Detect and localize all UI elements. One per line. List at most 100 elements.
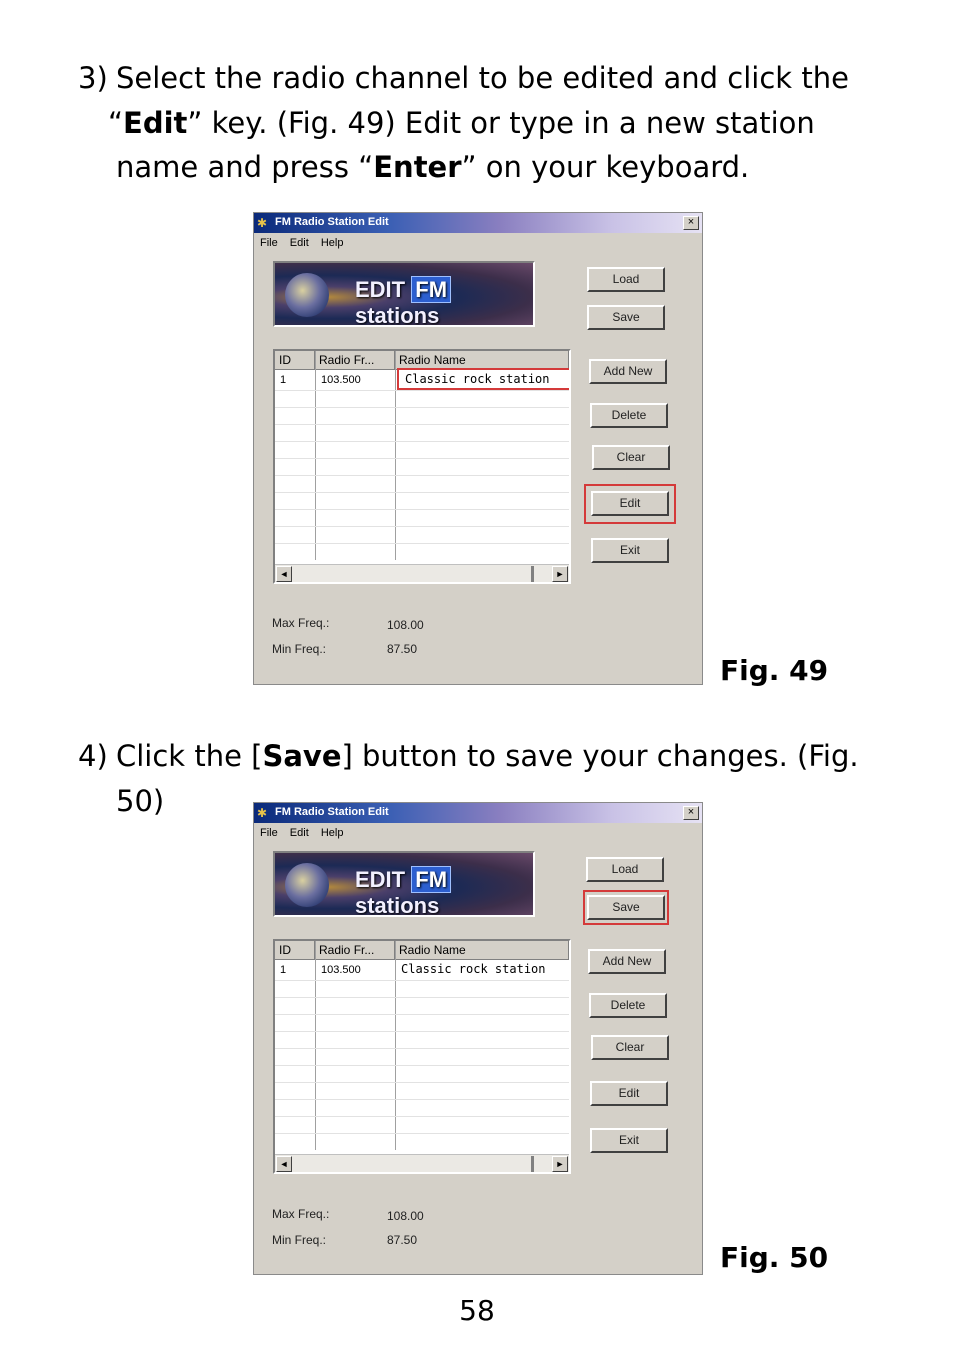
scroll-right-icon[interactable]: ►: [552, 1156, 568, 1172]
scroll-left-icon[interactable]: ◄: [276, 566, 292, 582]
clear-button[interactable]: Clear: [592, 445, 670, 470]
fig-49-caption: Fig. 49: [720, 654, 829, 687]
edit-fm-stations-banner: EDIT FM stations: [273, 851, 535, 917]
app-icon: ✱: [257, 216, 268, 230]
globe-icon: [285, 863, 329, 907]
step-3-line-2: “Edit” key. (Fig. 49) Edit or type in a …: [108, 105, 815, 140]
row-divider: [275, 543, 569, 544]
fig-49-screenshot: ✱ FM Radio Station Edit × File Edit Help…: [253, 212, 703, 685]
column-header-frequency[interactable]: Radio Fr...: [315, 941, 395, 960]
load-button[interactable]: Load: [586, 857, 664, 882]
station-grid[interactable]: ID Radio Fr... Radio Name 1 103.500 Clas…: [273, 939, 571, 1174]
add-new-button[interactable]: Add New: [589, 359, 667, 384]
step-3-number: 3): [78, 61, 108, 95]
station-grid[interactable]: ID Radio Fr... Radio Name 1 103.500 Clas…: [273, 349, 571, 584]
row-divider: [275, 1082, 569, 1083]
close-icon[interactable]: ×: [683, 216, 699, 230]
row-divider: [275, 509, 569, 510]
window-title: FM Radio Station Edit: [275, 216, 389, 228]
scroll-left-icon[interactable]: ◄: [276, 1156, 292, 1172]
row-frequency[interactable]: 103.500: [321, 373, 361, 387]
delete-button[interactable]: Delete: [590, 403, 668, 428]
enter-key-label: Enter: [373, 150, 462, 184]
fig-50-caption: Fig. 50: [720, 1241, 829, 1274]
column-header-frequency[interactable]: Radio Fr...: [315, 351, 395, 370]
save-key-label: Save: [262, 739, 342, 773]
horizontal-scrollbar[interactable]: ◄ ►: [275, 564, 569, 582]
row-divider: [275, 1133, 569, 1134]
row-divider: [275, 424, 569, 425]
column-divider: [315, 941, 316, 1150]
save-button[interactable]: Save: [587, 305, 665, 330]
step-3-instruction: 3) Select the radio channel to be edited…: [78, 56, 898, 190]
max-freq-value: 108.00: [387, 618, 424, 632]
row-divider: [275, 458, 569, 459]
row-station-name[interactable]: Classic rock station: [401, 962, 546, 976]
row-divider: [275, 1065, 569, 1066]
min-freq-value: 87.50: [387, 1233, 418, 1247]
row-id[interactable]: 1: [280, 963, 286, 977]
banner-title: EDIT FM stations: [355, 276, 533, 325]
add-new-button[interactable]: Add New: [588, 949, 666, 974]
app-icon: ✱: [257, 806, 268, 820]
page-number: 58: [459, 1294, 495, 1327]
row-divider: [275, 390, 569, 391]
horizontal-scrollbar[interactable]: ◄ ►: [275, 1154, 569, 1172]
column-divider: [395, 351, 396, 560]
window-title: FM Radio Station Edit: [275, 806, 389, 818]
globe-icon: [285, 273, 329, 317]
clear-button[interactable]: Clear: [591, 1035, 669, 1060]
row-divider: [275, 407, 569, 408]
max-freq-value: 108.00: [387, 1209, 424, 1223]
menu-help[interactable]: Help: [321, 827, 344, 839]
load-button[interactable]: Load: [587, 267, 665, 292]
close-icon[interactable]: ×: [683, 806, 699, 820]
menu-edit[interactable]: Edit: [290, 237, 309, 249]
scroll-track-end: [531, 1156, 534, 1172]
row-divider: [275, 997, 569, 998]
edit-button[interactable]: Edit: [591, 491, 669, 516]
title-bar: ✱ FM Radio Station Edit ×: [254, 803, 702, 823]
column-header-name[interactable]: Radio Name: [395, 941, 569, 960]
row-frequency[interactable]: 103.500: [321, 963, 361, 977]
row-divider: [275, 1048, 569, 1049]
row-divider: [275, 1099, 569, 1100]
delete-button[interactable]: Delete: [589, 993, 667, 1018]
menu-help[interactable]: Help: [321, 237, 344, 249]
column-header-id[interactable]: ID: [275, 351, 315, 370]
menu-file[interactable]: File: [260, 827, 278, 839]
edit-fm-stations-banner: EDIT FM stations: [273, 261, 535, 327]
column-divider: [395, 941, 396, 1150]
row-divider: [275, 441, 569, 442]
save-button[interactable]: Save: [587, 895, 665, 920]
max-freq-label: Max Freq.:: [272, 1207, 330, 1221]
edit-key-label: Edit: [123, 105, 188, 140]
step-3-line-3: name and press “Enter” on your keyboard.: [116, 150, 750, 184]
row-divider: [275, 980, 569, 981]
menu-bar: File Edit Help: [260, 237, 352, 249]
row-divider: [275, 1014, 569, 1015]
min-freq-value: 87.50: [387, 642, 418, 656]
exit-button[interactable]: Exit: [591, 538, 669, 563]
title-bar: ✱ FM Radio Station Edit ×: [254, 213, 702, 233]
step-4-number: 4): [78, 739, 108, 773]
scroll-track-end: [531, 566, 534, 582]
column-divider: [315, 351, 316, 560]
row-divider: [275, 1116, 569, 1117]
row-id[interactable]: 1: [280, 373, 286, 387]
min-freq-label: Min Freq.:: [272, 642, 327, 656]
menu-bar: File Edit Help: [260, 827, 352, 839]
edit-button[interactable]: Edit: [590, 1081, 668, 1106]
station-name-input[interactable]: Classic rock station: [405, 372, 550, 386]
fig-50-screenshot: ✱ FM Radio Station Edit × File Edit Help…: [253, 802, 703, 1275]
menu-file[interactable]: File: [260, 237, 278, 249]
scroll-right-icon[interactable]: ►: [552, 566, 568, 582]
row-divider: [275, 1031, 569, 1032]
banner-title: EDIT FM stations: [355, 866, 533, 915]
min-freq-label: Min Freq.:: [272, 1233, 327, 1247]
menu-edit[interactable]: Edit: [290, 827, 309, 839]
station-name-editor[interactable]: Classic rock station: [397, 368, 569, 390]
exit-button[interactable]: Exit: [590, 1128, 668, 1153]
column-header-id[interactable]: ID: [275, 941, 315, 960]
step-3-line-1: Select the radio channel to be edited an…: [116, 61, 849, 95]
